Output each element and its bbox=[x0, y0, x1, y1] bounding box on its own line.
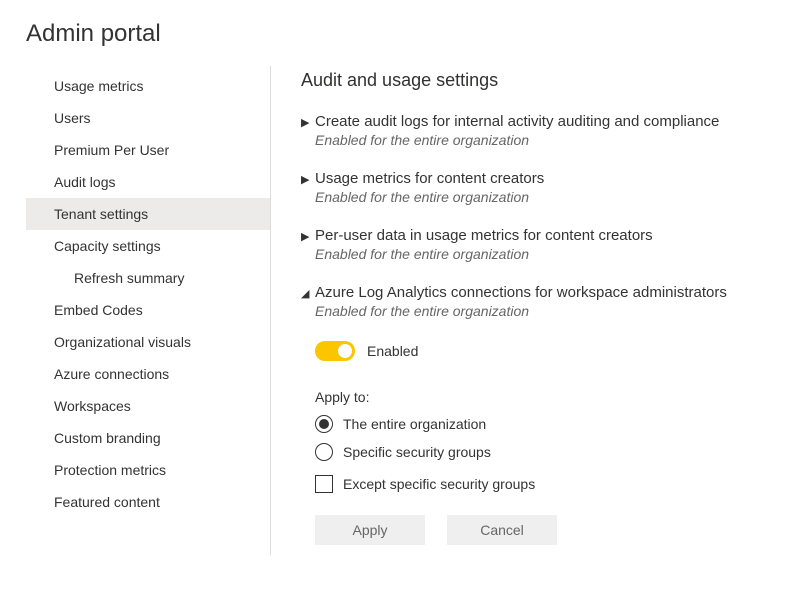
setting-title: Create audit logs for internal activity … bbox=[315, 113, 772, 130]
nav-workspaces[interactable]: Workspaces bbox=[26, 390, 270, 422]
nav-capacity-settings[interactable]: Capacity settings bbox=[26, 230, 270, 262]
except-groups-checkbox[interactable] bbox=[315, 475, 333, 493]
setting-row: ◢ Azure Log Analytics connections for wo… bbox=[301, 284, 772, 319]
expanded-panel: Enabled Apply to: The entire organizatio… bbox=[301, 341, 772, 545]
radio-label: The entire organization bbox=[343, 416, 486, 432]
nav-embed-codes[interactable]: Embed Codes bbox=[26, 294, 270, 326]
nav-users[interactable]: Users bbox=[26, 102, 270, 134]
caret-right-icon[interactable]: ▶ bbox=[301, 227, 315, 262]
apply-to-label: Apply to: bbox=[315, 389, 772, 405]
setting-row: ▶ Create audit logs for internal activit… bbox=[301, 113, 772, 148]
setting-title: Usage metrics for content creators bbox=[315, 170, 772, 187]
apply-button[interactable]: Apply bbox=[315, 515, 425, 545]
setting-status: Enabled for the entire organization bbox=[315, 132, 772, 148]
enabled-toggle[interactable] bbox=[315, 341, 355, 361]
caret-right-icon[interactable]: ▶ bbox=[301, 113, 315, 148]
nav-refresh-summary[interactable]: Refresh summary bbox=[26, 262, 270, 294]
nav-premium-per-user[interactable]: Premium Per User bbox=[26, 134, 270, 166]
setting-row: ▶ Usage metrics for content creators Ena… bbox=[301, 170, 772, 205]
nav-featured-content[interactable]: Featured content bbox=[26, 486, 270, 518]
radio-entire-org[interactable] bbox=[315, 415, 333, 433]
nav-azure-connections[interactable]: Azure connections bbox=[26, 358, 270, 390]
section-title: Audit and usage settings bbox=[301, 70, 772, 91]
nav-tenant-settings[interactable]: Tenant settings bbox=[26, 198, 270, 230]
nav-audit-logs[interactable]: Audit logs bbox=[26, 166, 270, 198]
setting-row: ▶ Per-user data in usage metrics for con… bbox=[301, 227, 772, 262]
cancel-button[interactable]: Cancel bbox=[447, 515, 557, 545]
radio-label: Specific security groups bbox=[343, 444, 491, 460]
page-title: Admin portal bbox=[26, 20, 782, 48]
setting-title: Azure Log Analytics connections for work… bbox=[315, 284, 772, 301]
checkbox-label: Except specific security groups bbox=[343, 476, 535, 492]
setting-status: Enabled for the entire organization bbox=[315, 246, 772, 262]
nav-custom-branding[interactable]: Custom branding bbox=[26, 422, 270, 454]
setting-status: Enabled for the entire organization bbox=[315, 303, 772, 319]
toggle-label: Enabled bbox=[367, 343, 418, 359]
nav-organizational-visuals[interactable]: Organizational visuals bbox=[26, 326, 270, 358]
caret-down-icon[interactable]: ◢ bbox=[301, 284, 315, 319]
caret-right-icon[interactable]: ▶ bbox=[301, 170, 315, 205]
setting-title: Per-user data in usage metrics for conte… bbox=[315, 227, 772, 244]
nav-protection-metrics[interactable]: Protection metrics bbox=[26, 454, 270, 486]
setting-status: Enabled for the entire organization bbox=[315, 189, 772, 205]
radio-specific-groups[interactable] bbox=[315, 443, 333, 461]
nav-usage-metrics[interactable]: Usage metrics bbox=[26, 70, 270, 102]
sidebar-nav: Usage metrics Users Premium Per User Aud… bbox=[26, 66, 271, 555]
